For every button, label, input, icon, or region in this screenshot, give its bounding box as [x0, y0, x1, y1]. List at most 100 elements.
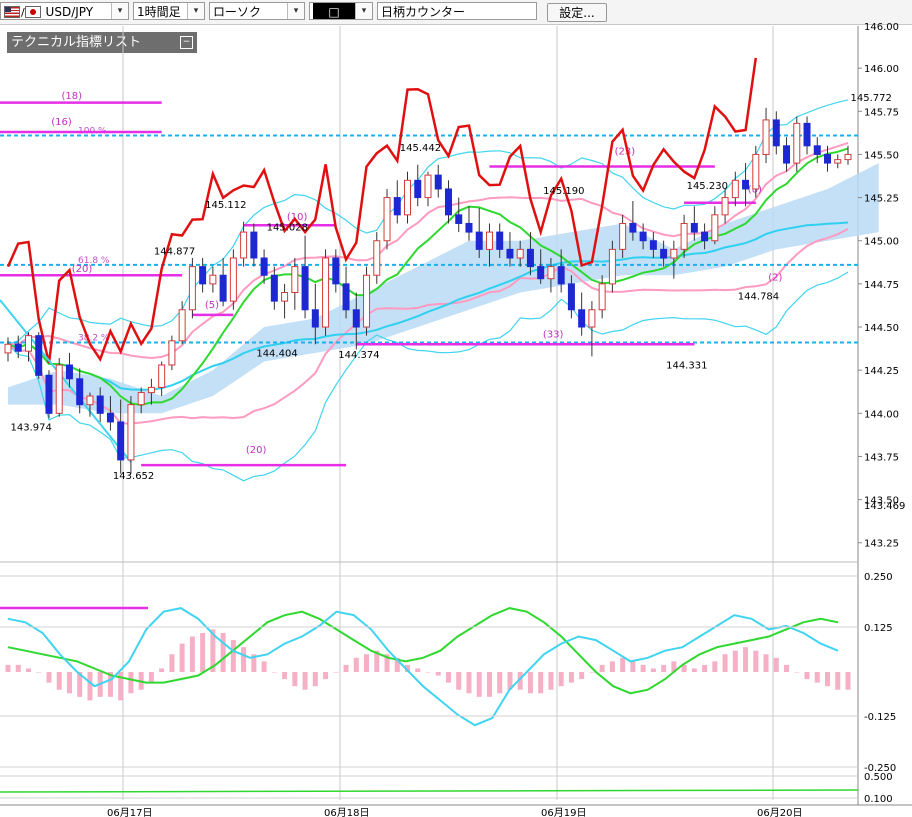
macd-bar [333, 672, 339, 673]
macd-bar [497, 672, 503, 694]
macd-bar [189, 636, 195, 672]
count-label: (16) [51, 117, 72, 128]
count-label: (33) [543, 329, 564, 340]
macd-bar [210, 629, 216, 672]
macd-bar [425, 672, 431, 673]
chevron-down-icon: ▾ [111, 3, 128, 19]
candle-body [496, 231, 504, 250]
macd-line [7, 607, 839, 727]
macd-bar [661, 664, 667, 672]
macd-bar [200, 632, 206, 672]
candle-body [711, 214, 719, 242]
macd-bar [712, 661, 718, 672]
candle-body [598, 283, 606, 311]
macd-bar [77, 672, 83, 697]
macd-signal-line [7, 607, 839, 695]
macd-bar [148, 672, 154, 683]
candles [4, 107, 852, 474]
candle-body [475, 231, 483, 250]
macd-bar [743, 647, 749, 672]
macd-bar [179, 643, 185, 672]
macd-bar [323, 672, 329, 680]
fib-label: 100.% [78, 126, 107, 136]
fib-label: 61.8 % [78, 256, 110, 266]
candle-body [444, 188, 452, 216]
macd-bar [579, 672, 585, 680]
macd-bar [364, 654, 370, 672]
candle-body [639, 231, 647, 242]
candle-body [4, 343, 12, 354]
chevron-down-icon: ▾ [287, 3, 304, 19]
macd-bar [87, 672, 93, 701]
macd-bar [169, 654, 175, 672]
candle-body [506, 248, 514, 259]
price-label: 143.652 [113, 471, 154, 482]
indicator-list-panel[interactable]: テクニカル指標リスト − [7, 32, 197, 53]
collapse-icon[interactable]: − [180, 36, 193, 49]
candle-body [281, 292, 289, 302]
count-label: (20) [72, 264, 93, 275]
candle-body [772, 119, 780, 147]
macd-bar [599, 664, 605, 672]
candle-body [537, 266, 545, 280]
macd-bar [292, 672, 298, 687]
macd-bar [650, 668, 656, 672]
candle-body [404, 179, 412, 216]
macd-bar [261, 661, 267, 672]
indicator-list-title: テクニカル指標リスト [11, 35, 142, 50]
candle-body [219, 274, 227, 302]
bollinger-upper-2sigma [7, 99, 849, 345]
price-chart[interactable]: 100.% 61.8 % 38.2 % (18) (16) (20) (5) (10) (23)… [0, 0, 912, 817]
y-tick-label: 145.25 [864, 194, 899, 205]
macd-bar [435, 672, 441, 676]
candle-body [455, 214, 463, 224]
candle-body [291, 266, 299, 294]
macd-bar [374, 650, 380, 672]
macd-bar [763, 654, 769, 672]
currency-pair-label: USD/JPY [45, 5, 94, 19]
price-label: 144.374 [338, 350, 379, 361]
drawing-tool-select[interactable]: □ ▾ [309, 2, 373, 20]
candle-body [414, 179, 422, 199]
candle-body [45, 374, 53, 414]
macd-bar [702, 664, 708, 672]
macd-bar [558, 672, 564, 687]
macd-bar [681, 664, 687, 672]
candle-body [352, 309, 360, 328]
y-tick-label: 143.50 [864, 496, 899, 507]
candle-body [680, 222, 688, 250]
settings-button[interactable]: 設定... [547, 3, 607, 22]
candle-body [158, 364, 166, 388]
y-tick-label: 145.00 [864, 237, 899, 248]
timeframe-select[interactable]: 1時間足 ▾ [133, 2, 205, 20]
candle-body [178, 309, 186, 342]
sub-indicator-line [0, 789, 859, 793]
candle-body [332, 257, 340, 285]
macd-bar [671, 661, 677, 672]
macd-bar [25, 668, 31, 672]
candle-body [465, 222, 473, 233]
candle-body [311, 309, 319, 328]
date-counter-field[interactable]: 日柄カウンター [377, 2, 537, 20]
macd-bar [384, 654, 390, 672]
macd-bar [118, 672, 124, 701]
macd-bar [466, 672, 472, 694]
candle-body [844, 153, 852, 161]
candle-body [793, 122, 801, 164]
macd-bar [271, 672, 277, 673]
candle-body [106, 412, 114, 423]
macd-bar [476, 672, 482, 697]
price-label: 145.112 [205, 200, 246, 211]
macd-bar [722, 654, 728, 672]
count-label: (18) [61, 91, 82, 102]
candle-body [567, 283, 575, 311]
macd-bar [589, 672, 595, 673]
candle-body [557, 266, 565, 285]
count-label: (20) [246, 445, 267, 456]
candle-body [55, 364, 63, 414]
price-label: 145.230 [687, 181, 728, 192]
chart-type-select[interactable]: ローソク ▾ [209, 2, 305, 20]
price-label: 144.784 [738, 291, 779, 302]
candle-body [117, 421, 125, 461]
currency-pair-select[interactable]: / USD/JPY ▾ [0, 2, 129, 20]
